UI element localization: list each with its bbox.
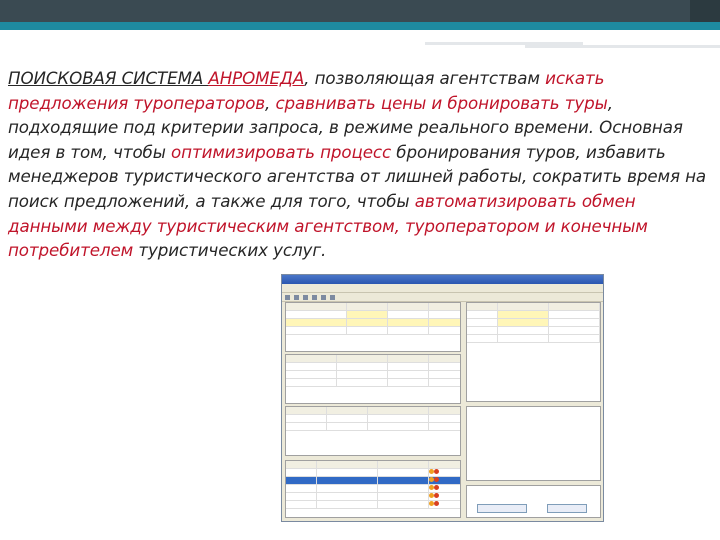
- table-row: [286, 371, 460, 379]
- toolbar-icon: [330, 294, 335, 300]
- status-icon: [434, 477, 439, 482]
- table-row: [286, 327, 460, 335]
- table-row: [286, 485, 460, 493]
- decor-line: [525, 45, 720, 48]
- highlight-text: оптимизировать процесс: [171, 141, 392, 162]
- notes-panel: [466, 406, 601, 481]
- status-icon: [434, 469, 439, 474]
- table-row: [286, 407, 460, 415]
- booking-panel: [466, 485, 601, 518]
- toolbar-icon: [303, 294, 308, 300]
- toolbar-icon: [294, 294, 299, 300]
- table-row: [286, 423, 460, 431]
- accent-stripe: [0, 22, 720, 30]
- table-row: [286, 355, 460, 363]
- text-segment: ПОИСКОВАЯ СИСТЕМА: [8, 68, 209, 88]
- toolbar-icon: [312, 294, 317, 300]
- status-icon: [434, 501, 439, 506]
- flight-panel: [285, 406, 461, 456]
- body-paragraph: ПОИСКОВАЯ СИСТЕМА АНРОМЕДА, позволяющая …: [8, 66, 708, 263]
- toolbar-icon: [321, 294, 326, 300]
- table-row: [286, 415, 460, 423]
- table-row: [286, 493, 460, 501]
- table-row: [467, 327, 600, 335]
- table-row: [467, 303, 600, 311]
- menu-bar: [282, 284, 603, 293]
- table-row: [467, 335, 600, 343]
- cancel-button[interactable]: [547, 504, 587, 513]
- text-segment: туристических услуг.: [133, 240, 327, 261]
- table-row: [286, 469, 460, 477]
- table-row: [286, 311, 460, 319]
- table-row: [286, 501, 460, 509]
- search-panel: [285, 302, 461, 352]
- toolbar: [282, 293, 603, 302]
- toolbar-icon: [285, 294, 290, 300]
- text-segment: ,: [265, 92, 276, 113]
- text-segment: , позволяющая агентствам: [304, 68, 546, 88]
- status-icon: [434, 493, 439, 498]
- window-titlebar: [282, 275, 603, 284]
- application-screenshot: [281, 274, 604, 522]
- table-row: [467, 319, 600, 327]
- top-bar: [0, 0, 720, 22]
- table-row: [286, 319, 460, 327]
- highlight-text: сравнивать цены и бронировать туры: [275, 92, 608, 113]
- table-row: [286, 379, 460, 387]
- product-name: АНРОМЕДА: [208, 68, 305, 88]
- top-bar-accent: [690, 0, 720, 22]
- customer-panel: [466, 302, 601, 402]
- status-icon: [434, 485, 439, 490]
- results-panel: [285, 460, 461, 518]
- hotel-panel: [285, 354, 461, 404]
- table-row: [286, 363, 460, 371]
- book-button[interactable]: [477, 504, 527, 513]
- table-row: [286, 303, 460, 311]
- table-row: [467, 311, 600, 319]
- table-row: [286, 461, 460, 469]
- table-row: [286, 477, 460, 485]
